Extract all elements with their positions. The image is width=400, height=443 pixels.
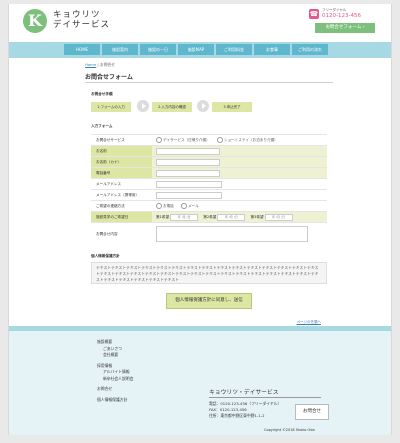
footer-address: 住所：東京都中野区東中野1-1-2	[209, 413, 265, 418]
footer-company-info: 電話：0120-123-456（フリーダイヤル） FAX：0120-123-45…	[209, 401, 281, 419]
footer-company-name: キョウリツ・デイサービス	[209, 390, 279, 396]
nav-item-flow[interactable]: ご利用の流れ	[292, 44, 328, 55]
visit-choice-1-label: 第1希望	[156, 215, 170, 219]
nav-item-facility[interactable]: 施設案内	[102, 44, 138, 55]
privacy-policy-text[interactable]: テキストテキストテキストテキストテキストテキストテキストテキストテキストテキスト…	[91, 262, 327, 284]
page-title: お問合せフォーム	[85, 74, 133, 81]
page: K キョウリツ デイサービス ☎ フリーダイヤル 0120-123-456 お問…	[8, 4, 392, 435]
breadcrumb-current: お問合せ	[99, 62, 116, 67]
service-option-short: ショートステイ（お泊まり介護）	[223, 138, 278, 142]
logo-line-2: デイサービス	[53, 20, 111, 30]
logo-line-1: キョウリツ	[53, 10, 101, 20]
visit-choice-2-label: 第2希望	[203, 215, 217, 219]
title-divider	[85, 82, 333, 83]
nav-item-fees[interactable]: ご利用料金	[216, 44, 252, 55]
steps-heading: お問合せ手順	[91, 92, 113, 96]
tel-number: 0120-123-456	[322, 13, 361, 19]
tel-field-label: 電話番号	[91, 167, 152, 179]
service-label: お問合せサービス	[91, 134, 152, 146]
visit-label: 施設見学のご希望日	[91, 211, 152, 223]
service-option-day: デイサービス（日帰り介護）	[163, 138, 210, 142]
message-textarea[interactable]	[156, 226, 308, 242]
nav-item-meals[interactable]: お食事	[254, 44, 290, 55]
kana-label: お名前（カナ）	[91, 156, 152, 168]
visit-date-2[interactable]: 年 /月 /日	[217, 213, 246, 221]
site-header: K キョウリツ デイサービス ☎ フリーダイヤル 0120-123-456 お問…	[9, 4, 391, 42]
contact-radio-email[interactable]	[180, 203, 187, 209]
footer-company-divider	[209, 397, 321, 398]
service-radio-short[interactable]	[216, 137, 223, 143]
nav-item-daily[interactable]: 施設の一日	[140, 44, 176, 55]
header-contact-button[interactable]: お問合せフォーム ›	[315, 23, 375, 33]
visit-date-3[interactable]: 年 /月 /日	[264, 213, 293, 221]
contact-option-email: メール	[187, 204, 199, 208]
footer-link-parttime[interactable]: アルバイト情報	[97, 369, 133, 376]
nav-item-map[interactable]: 施設MAP	[178, 44, 214, 55]
message-label: お問合せ内容	[91, 222, 152, 245]
site-footer: 施設概要 ごあいさつ 会社概要 採用情報 アルバイト情報 新卒社会人説明会 お問…	[9, 331, 391, 435]
visit-date-1[interactable]: 年 /月 /日	[170, 213, 199, 221]
agree-submit-button[interactable]: 個人情報保護方針に同意し、送信	[166, 293, 252, 309]
footer-link-privacy[interactable]: 個人情報保護方針	[97, 397, 133, 404]
form-heading: 入力フォーム	[91, 124, 113, 128]
global-nav: HOME 施設案内 施設の一日 施設MAP ご利用料金 お食事 ご利用の流れ	[9, 42, 391, 58]
service-radio-day[interactable]	[156, 137, 162, 143]
kana-input[interactable]	[156, 158, 220, 166]
mobile-email-label: メールアドレス（携帯用）	[91, 189, 152, 201]
breadcrumb-home-link[interactable]: Home	[85, 62, 96, 67]
step-arrow-icon	[197, 100, 209, 112]
footer-link-newgrad[interactable]: 新卒社会人説明会	[97, 376, 133, 383]
name-input[interactable]	[156, 147, 220, 155]
privacy-heading: 個人情報保護方針	[91, 254, 120, 258]
visit-choice-3-label: 第3希望	[250, 215, 264, 219]
mobile-email-input[interactable]	[156, 191, 222, 199]
copyright: Copyright ©2018 Shoko Oda	[264, 428, 315, 432]
step-arrow-icon	[137, 100, 149, 112]
site-logo-text[interactable]: キョウリツ デイサービス	[53, 10, 110, 30]
step-3: 3.申込完了	[212, 102, 252, 112]
tel-input[interactable]	[156, 169, 220, 177]
step-2: 2.入力内容の確認	[152, 102, 192, 112]
phone-icon: ☎	[309, 9, 319, 19]
email-label: メールアドレス	[91, 178, 152, 190]
breadcrumb: Home | お問合せ	[85, 62, 115, 68]
page-top-link[interactable]: ページの先頭へ	[297, 320, 321, 325]
contact-radio-phone[interactable]	[156, 203, 162, 209]
footer-contact-button[interactable]: お問合せ	[295, 404, 329, 420]
contact-method-label: ご希望の連絡方法	[91, 200, 152, 212]
step-1: 1.フォームの入力	[91, 102, 131, 112]
contact-form: お問合せサービス デイサービス（日帰り介護） ショートステイ（お泊まり介護） お…	[91, 134, 327, 245]
contact-option-phone: お電話	[163, 204, 174, 208]
logo-icon[interactable]: K	[23, 9, 47, 33]
footer-links: 施設概要 ごあいさつ 会社概要 採用情報 アルバイト情報 新卒社会人説明会 お問…	[97, 339, 133, 403]
name-label: お名前	[91, 145, 152, 157]
nav-item-home[interactable]: HOME	[64, 44, 100, 55]
email-input[interactable]	[156, 180, 222, 188]
